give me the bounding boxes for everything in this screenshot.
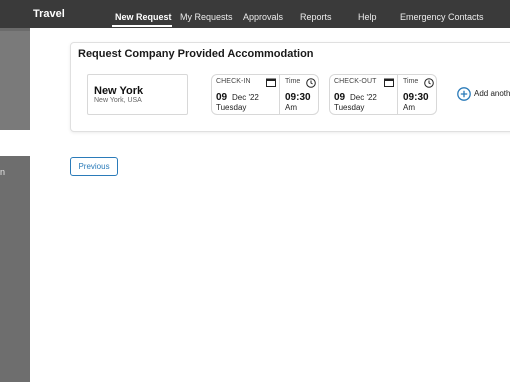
checkout-label: CHECK-OUT: [334, 78, 377, 85]
checkin-time-field[interactable]: Time 09:30 Am: [280, 75, 318, 114]
checkin-ampm: Am: [285, 103, 297, 112]
checkin-box: CHECK-IN 09 Dec '22 Tuesday Time 09:30 A…: [211, 74, 319, 115]
sidebar-panel-bottom[interactable]: [0, 156, 30, 382]
nav-approvals[interactable]: Approvals: [243, 12, 283, 22]
checkout-box: CHECK-OUT 09 Dec '22 Tuesday Time 09:30 …: [329, 74, 437, 115]
checkout-day: 09: [334, 92, 346, 103]
sidebar-gap: [0, 130, 30, 156]
checkout-month: Dec '22: [350, 93, 377, 102]
clock-icon[interactable]: [306, 78, 316, 88]
checkin-date-field[interactable]: CHECK-IN 09 Dec '22 Tuesday: [212, 75, 280, 114]
add-another-label: Add anoth: [474, 89, 510, 98]
city-subtitle: New York, USA: [94, 97, 142, 104]
sidebar-label-fragment: n: [0, 167, 6, 177]
checkin-weekday: Tuesday: [216, 103, 247, 112]
checkout-time-field[interactable]: Time 09:30 Am: [398, 75, 436, 114]
checkout-time-label: Time: [403, 78, 419, 85]
nav-emergency-contacts[interactable]: Emergency Contacts: [400, 12, 484, 22]
clock-icon[interactable]: [424, 78, 434, 88]
checkin-time-label: Time: [285, 78, 301, 85]
checkout-date-field[interactable]: CHECK-OUT 09 Dec '22 Tuesday: [330, 75, 398, 114]
sidebar-panel-top[interactable]: [0, 31, 30, 130]
checkin-time: 09:30: [285, 92, 311, 103]
nav-help[interactable]: Help: [358, 12, 377, 22]
checkout-ampm: Am: [403, 103, 415, 112]
nav-new-request[interactable]: New Request: [115, 12, 172, 22]
sidebar-header: [0, 0, 30, 28]
calendar-icon[interactable]: [266, 78, 276, 87]
plus-circle-icon: [457, 87, 471, 101]
city-name: New York: [94, 85, 144, 97]
card-title: Request Company Provided Accommodation: [78, 48, 314, 60]
calendar-icon[interactable]: [384, 78, 394, 87]
checkin-day: 09: [216, 92, 228, 103]
previous-button[interactable]: Previous: [70, 157, 118, 176]
checkout-time: 09:30: [403, 92, 429, 103]
checkout-weekday: Tuesday: [334, 103, 365, 112]
checkin-month: Dec '22: [232, 93, 259, 102]
nav-my-requests[interactable]: My Requests: [180, 12, 233, 22]
checkin-label: CHECK-IN: [216, 78, 251, 85]
city-selector[interactable]: New York New York, USA: [87, 74, 188, 115]
top-nav-bar: Travel New Request My Requests Approvals…: [30, 0, 510, 28]
nav-reports[interactable]: Reports: [300, 12, 332, 22]
accommodation-card: Request Company Provided Accommodation N…: [70, 42, 510, 132]
app-brand: Travel: [33, 8, 65, 20]
